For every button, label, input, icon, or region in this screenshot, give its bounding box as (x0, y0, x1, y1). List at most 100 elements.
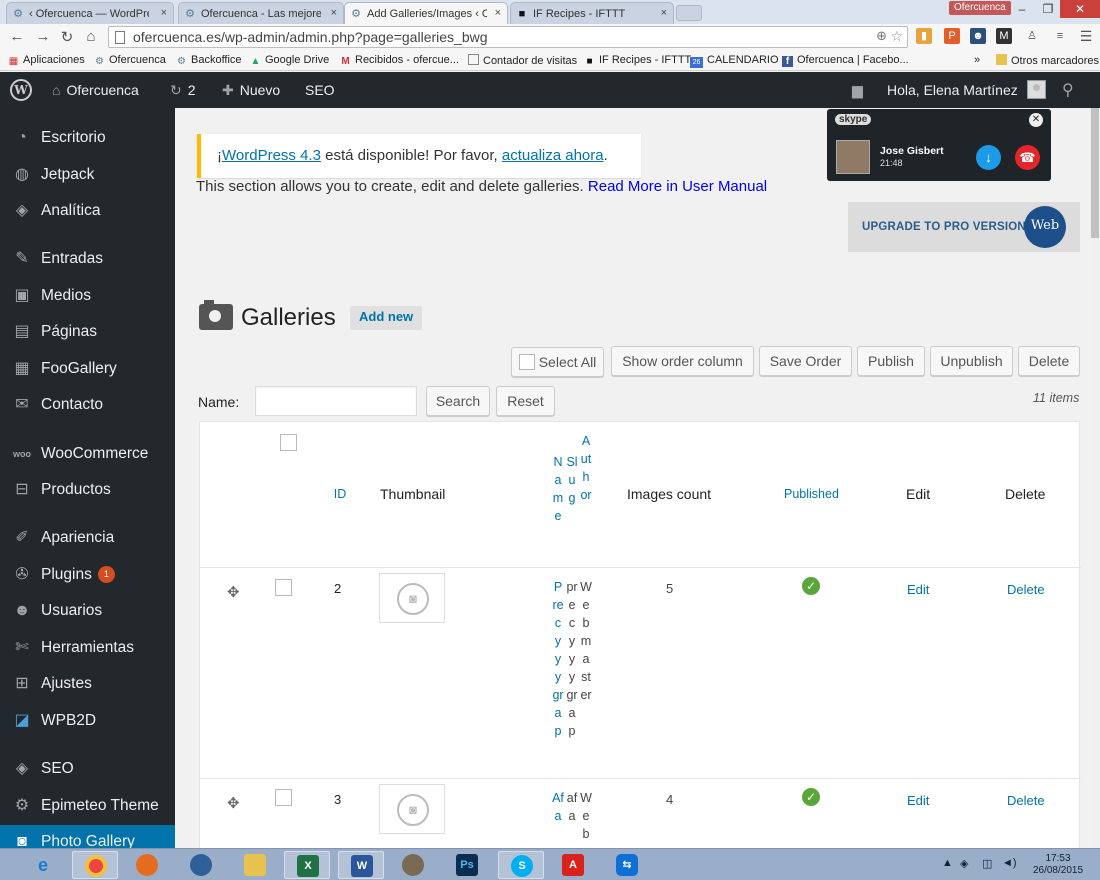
browser-tab-2[interactable]: ⚙ Ofercuenca - Las mejores × (178, 2, 344, 24)
close-icon[interactable]: × (661, 7, 667, 19)
taskbar-ie[interactable]: e (20, 851, 66, 879)
taskbar-teamviewer[interactable]: ⇆ (604, 851, 650, 879)
taskbar-chrome[interactable] (72, 851, 118, 879)
wordpress-logo-icon[interactable]: W (10, 79, 32, 101)
taskbar-word[interactable]: W (338, 851, 384, 879)
close-icon[interactable]: ✕ (1029, 113, 1043, 127)
reset-button[interactable]: Reset (496, 386, 555, 416)
sidebar-item-usuarios[interactable]: ☻ Usuarios (0, 594, 175, 628)
taskbar-photoshop[interactable]: Ps (444, 851, 490, 879)
admin-bar-site[interactable]: ⌂ Ofercuenca (52, 82, 139, 98)
close-icon[interactable]: × (495, 7, 501, 19)
unpublish-button[interactable]: Unpublish (930, 346, 1013, 376)
add-new-button[interactable]: Add new (350, 306, 423, 330)
admin-bar-greeting[interactable]: Hola, Elena Martínez (887, 82, 1018, 98)
menu-icon[interactable]: ☰ (1078, 28, 1094, 44)
comment-icon[interactable]: ▆ (852, 82, 863, 99)
profile-button[interactable]: Ofercuenca (949, 1, 1011, 15)
sidebar-item-epimeteo[interactable]: ⚙ Epimeteo Theme (0, 789, 175, 823)
forward-icon[interactable]: → (34, 28, 52, 45)
reload-icon[interactable]: ↻ (58, 28, 76, 46)
sidebar-item-entradas[interactable]: ✎ Entradas (0, 242, 175, 276)
page-scrollbar[interactable] (1090, 108, 1100, 848)
column-header-published[interactable]: Published (784, 487, 839, 501)
sidebar-item-woocommerce[interactable]: woo WooCommerce (0, 437, 175, 471)
taskbar-explorer[interactable] (232, 851, 278, 879)
bookmark-otros[interactable]: Otros marcadores (996, 54, 1099, 67)
back-icon[interactable]: ← (8, 28, 26, 45)
taskbar-firefox[interactable] (124, 851, 170, 879)
tray-speaker-icon[interactable]: ◄) (1002, 857, 1017, 869)
taskbar-thunderbird[interactable] (178, 851, 224, 879)
admin-bar-updates[interactable]: ↻ 2 (170, 82, 196, 99)
select-all-checkbox[interactable] (518, 354, 535, 370)
close-icon[interactable]: × (161, 7, 167, 19)
row-delete-link[interactable]: Delete (1007, 793, 1045, 808)
delete-selected-button[interactable]: Delete (1018, 346, 1080, 376)
wordpress-version-link[interactable]: WordPress 4.3 (222, 147, 321, 164)
close-icon[interactable]: × (331, 7, 337, 19)
bookmark-calendario[interactable]: 26 CALENDARIO (690, 54, 779, 68)
bookmark-ifttt[interactable]: ■ IF Recipes - IFTTT (584, 54, 691, 67)
browser-tab-4[interactable]: ■ IF Recipes - IFTTT × (510, 2, 674, 24)
bookmark-ofercuenca[interactable]: ⚙ Ofercuenca (94, 54, 166, 67)
sidebar-item-medios[interactable]: ▣ Medios (0, 279, 175, 313)
drag-handle-icon[interactable]: ✥ (227, 583, 240, 601)
home-icon[interactable]: ⌂ (82, 28, 100, 45)
extension-m-icon[interactable]: M (996, 28, 1012, 44)
sidebar-item-herramientas[interactable]: ✄ Herramientas (0, 631, 175, 665)
admin-bar-new[interactable]: ✚ Nuevo (222, 82, 280, 99)
bookmark-google-drive[interactable]: ▲ Google Drive (250, 54, 330, 67)
column-header-name[interactable]: Name (552, 453, 564, 525)
row-delete-link[interactable]: Delete (1007, 582, 1045, 597)
sidebar-item-plugins[interactable]: ✇ Plugins 1 (0, 558, 175, 592)
row-checkbox[interactable] (275, 789, 292, 806)
sidebar-item-photo-gallery[interactable]: ◙ Photo Gallery (0, 825, 175, 848)
row-name-link[interactable]: Precyyy grap (552, 578, 564, 740)
header-checkbox[interactable] (280, 434, 297, 451)
published-check-icon[interactable]: ✓ (802, 577, 820, 595)
sidebar-item-ajustes[interactable]: ⊞ Ajustes (0, 667, 175, 701)
user-manual-link[interactable]: Read More in User Manual (588, 178, 767, 195)
address-bar[interactable]: ofercuenca.es/wp-admin/admin.php?page=ga… (108, 26, 908, 48)
avatar[interactable] (1027, 80, 1046, 99)
name-filter-input[interactable] (255, 386, 417, 416)
publish-button[interactable]: Publish (857, 346, 925, 376)
sidebar-item-productos[interactable]: ⊟ Productos (0, 473, 175, 507)
search-button[interactable]: Search (426, 386, 490, 416)
sidebar-item-jetpack[interactable]: ◍ Jetpack (0, 158, 175, 192)
window-close-icon[interactable]: ✕ (1060, 0, 1100, 18)
bookmark-gmail[interactable]: M Recibidos - ofercue... (340, 54, 459, 67)
tray-network-icon[interactable]: ◈ (960, 857, 968, 870)
column-header-author[interactable]: Author (580, 432, 592, 504)
sliders-icon[interactable]: ≡ (1052, 28, 1068, 44)
select-all-button[interactable]: Select All (511, 347, 604, 377)
sidebar-item-contacto[interactable]: ✉ Contacto (0, 388, 175, 422)
bookmark-star-icon[interactable]: ☆ (890, 28, 903, 45)
zoom-icon[interactable]: ⊕ (876, 28, 887, 44)
column-header-id[interactable]: ID (332, 487, 348, 501)
row-edit-link[interactable]: Edit (907, 793, 929, 808)
bookmarks-overflow[interactable]: » (974, 54, 980, 66)
taskbar-excel[interactable]: X (284, 851, 330, 879)
extension-p-icon[interactable]: P (944, 28, 960, 44)
sidebar-item-analitica[interactable]: ◈ Analítica (0, 194, 175, 228)
minimize-icon[interactable]: – (1008, 0, 1036, 18)
taskbar-skype[interactable]: S (498, 851, 544, 879)
user-extension-icon[interactable]: ♙ (1024, 28, 1040, 44)
update-now-link[interactable]: actualiza ahora (502, 147, 604, 164)
published-check-icon[interactable]: ✓ (802, 788, 820, 806)
bookmark-apps[interactable]: ▦ Aplicaciones (8, 54, 85, 67)
sidebar-item-paginas[interactable]: ▤ Páginas (0, 315, 175, 349)
taskbar-gimp[interactable] (390, 851, 436, 879)
admin-bar-seo[interactable]: SEO (305, 82, 335, 98)
show-order-column-button[interactable]: Show order column (611, 346, 754, 376)
browser-tab-1[interactable]: ⚙ ‹ Ofercuenca — WordPress × (6, 2, 174, 24)
search-icon[interactable]: ⚲ (1062, 80, 1074, 100)
sidebar-item-foogallery[interactable]: ▦ FooGallery (0, 352, 175, 386)
browser-tab-3-active[interactable]: ⚙ Add Galleries/Images ‹ Of × (344, 2, 508, 24)
upgrade-banner[interactable]: UPGRADE TO PRO VERSION Web (848, 202, 1080, 252)
save-order-button[interactable]: Save Order (759, 346, 852, 376)
sidebar-item-escritorio[interactable]: ◔ Escritorio (0, 121, 175, 155)
column-header-slug[interactable]: Slug (566, 453, 578, 507)
